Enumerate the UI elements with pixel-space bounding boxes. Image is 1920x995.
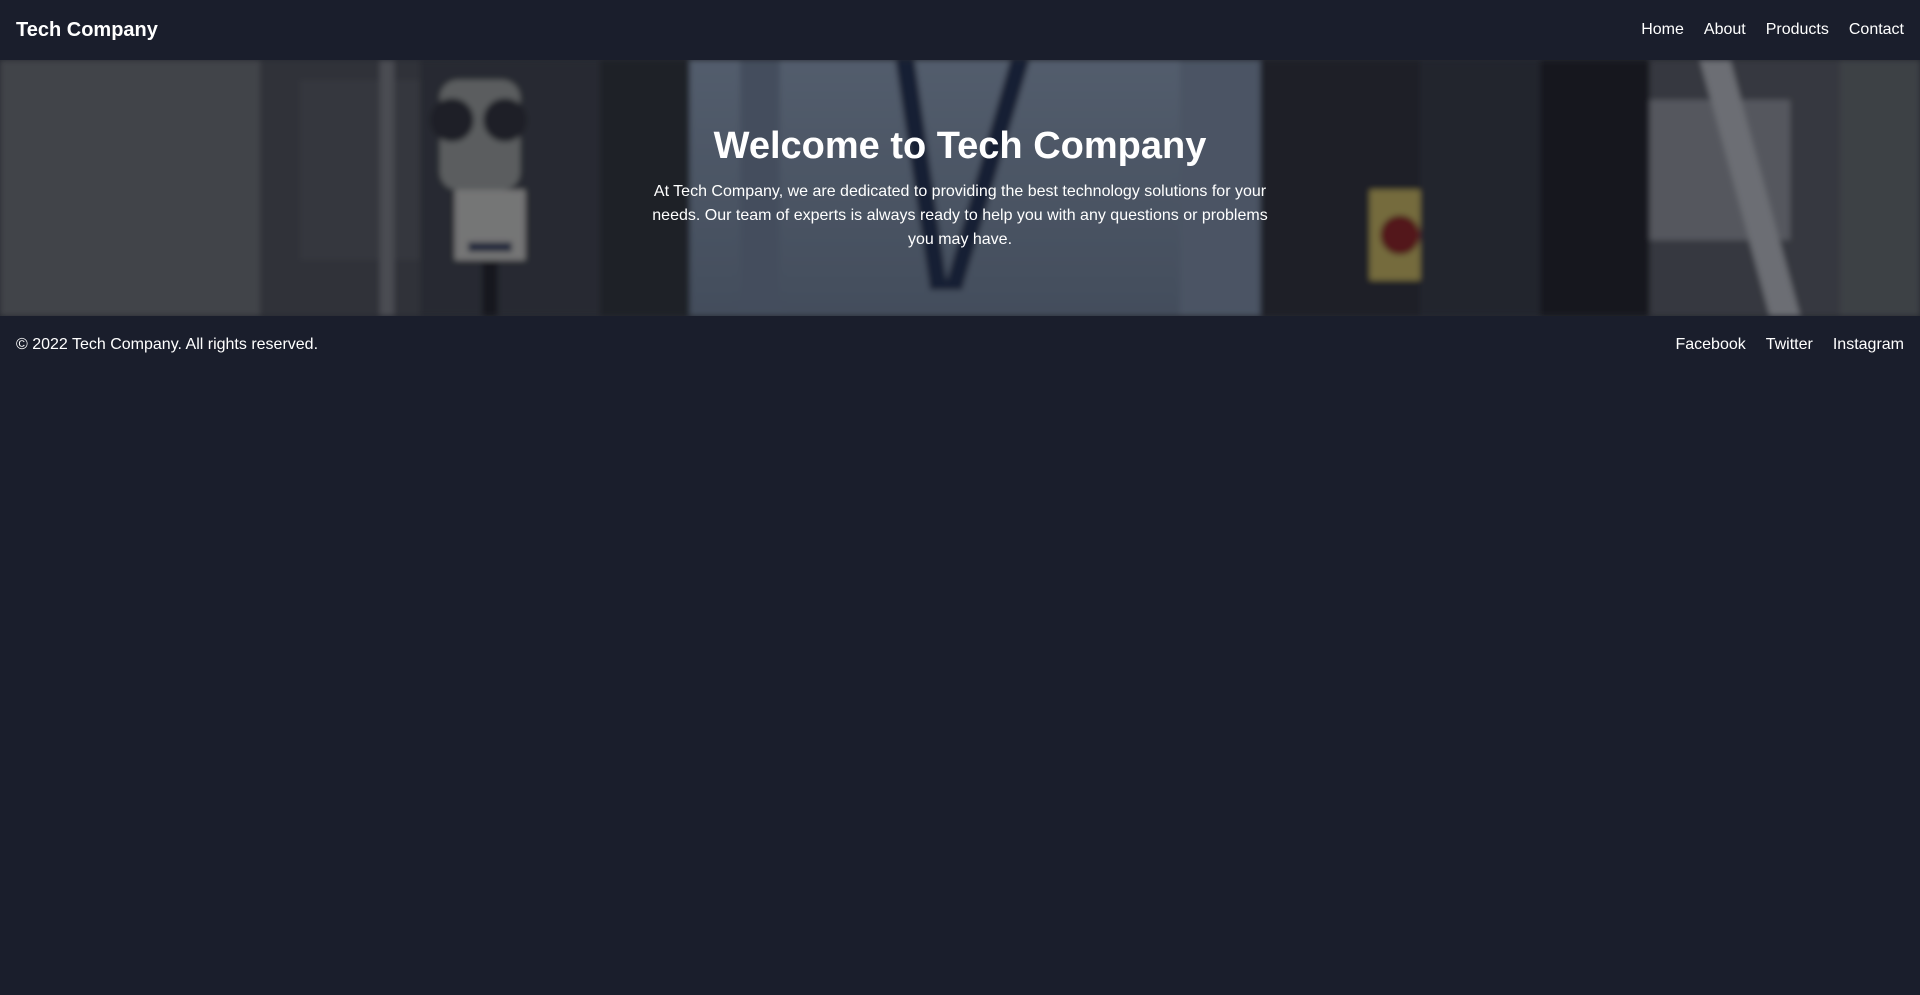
nav-links: Home About Products Contact: [1641, 21, 1904, 39]
hero-description: At Tech Company, we are dedicated to pro…: [652, 183, 1268, 248]
nav-link-products[interactable]: Products: [1766, 21, 1829, 39]
nav-link-contact[interactable]: Contact: [1849, 21, 1904, 39]
footer-link-facebook[interactable]: Facebook: [1675, 336, 1745, 354]
nav-link-about[interactable]: About: [1704, 21, 1746, 39]
footer-link-instagram[interactable]: Instagram: [1833, 336, 1904, 354]
hero-section: Welcome to Tech Company At Tech Company,…: [0, 60, 1920, 316]
social-links: Facebook Twitter Instagram: [1675, 336, 1904, 354]
copyright-text: © 2022 Tech Company. All rights reserved…: [16, 336, 319, 353]
navbar: Tech Company Home About Products Contact: [0, 0, 1920, 60]
footer: © 2022 Tech Company. All rights reserved…: [0, 316, 1920, 374]
hero-content: Welcome to Tech Company At Tech Company,…: [640, 60, 1280, 252]
footer-link-twitter[interactable]: Twitter: [1766, 336, 1813, 354]
nav-link-home[interactable]: Home: [1641, 21, 1684, 39]
hero-title: Welcome to Tech Company: [713, 125, 1207, 167]
brand-logo-link[interactable]: Tech Company: [16, 19, 158, 42]
